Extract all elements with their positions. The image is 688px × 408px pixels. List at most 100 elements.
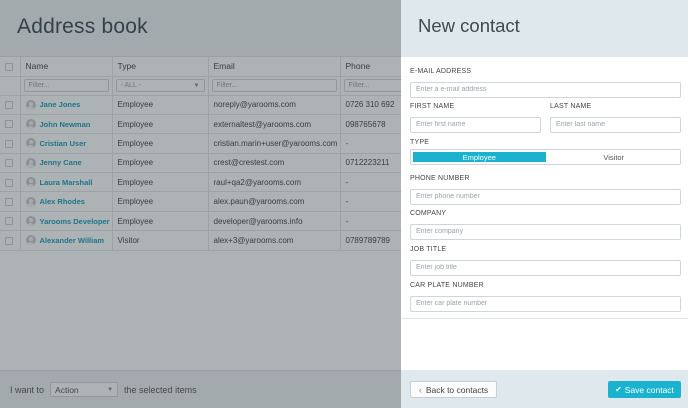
new-contact-header: New contact: [401, 0, 688, 57]
contact-name-link[interactable]: Laura Marshall: [40, 178, 93, 187]
bulk-action-value: Action: [55, 385, 79, 395]
row-checkbox[interactable]: [5, 101, 13, 110]
chevron-left-icon: ‹: [418, 384, 422, 395]
table-row[interactable]: Alexander William Visitor alex+3@yarooms.c…: [0, 230, 401, 251]
row-checkbox[interactable]: [5, 198, 13, 207]
contact-name-link[interactable]: Cristian User: [40, 139, 87, 148]
table-row[interactable]: Jane Jones Employee noreply@yarooms.com 072…: [0, 95, 401, 115]
type-label: TYPE: [410, 139, 430, 146]
column-header-email[interactable]: Email: [208, 57, 341, 77]
chevron-down-icon: ▼: [193, 83, 200, 89]
avatar: [25, 196, 36, 207]
chevron-down-icon: ▼: [107, 387, 114, 393]
row-checkbox[interactable]: [5, 236, 13, 245]
name-cell: Alex Rhodes: [20, 191, 113, 212]
bulk-action-bar: I want to Action ▼ the selected items: [0, 370, 401, 408]
filter-phone-input[interactable]: Filter...: [343, 79, 401, 92]
new-contact-footer: ‹ Back to contacts ✔ Save contact: [401, 370, 688, 408]
phone-label: PHONE NUMBER: [410, 175, 470, 182]
save-contact-button[interactable]: ✔ Save contact: [608, 381, 681, 398]
type-option-employee[interactable]: Employee: [413, 152, 546, 162]
first-name-group: FIRST NAME: [410, 103, 541, 133]
contact-name-link[interactable]: Alex Rhodes: [40, 197, 85, 206]
contact-email: crest@crestest.com: [208, 153, 341, 174]
last-name-label: LAST NAME: [550, 103, 592, 110]
table-row[interactable]: Jenny Cane Employee crest@crestest.com 0712…: [0, 153, 401, 174]
car-plate-field[interactable]: [410, 295, 681, 312]
contact-phone: -: [340, 211, 401, 232]
name-field-group: FIRST NAME LAST NAME: [410, 103, 681, 133]
filter-name-input[interactable]: Filter...: [23, 79, 109, 92]
address-book-view: Address book Name Type Email Phone Filte…: [0, 0, 401, 408]
company-field[interactable]: [410, 223, 681, 240]
type-option-visitor[interactable]: Visitor: [547, 150, 680, 164]
bulk-action-select[interactable]: Action ▼: [50, 382, 119, 397]
contact-name-link[interactable]: Alexander William: [40, 236, 105, 245]
contact-name-link[interactable]: John Newman: [40, 120, 91, 129]
contact-email: noreply@yarooms.com: [208, 95, 341, 115]
table-row[interactable]: John Newman Employee externaltest@yarooms.…: [0, 114, 401, 135]
name-cell: Alexander William: [20, 230, 113, 251]
row-checkbox-cell: [0, 114, 21, 135]
row-checkbox-cell: [0, 191, 21, 212]
filter-type-cell: - ALL - ▼: [112, 76, 209, 96]
table-row[interactable]: Alex Rhodes Employee alex.paun@yarooms.com…: [0, 191, 401, 212]
email-field[interactable]: [410, 81, 681, 98]
email-label: E-MAIL ADDRESS: [410, 68, 472, 75]
first-name-field[interactable]: [410, 116, 541, 133]
job-title-field[interactable]: [410, 259, 681, 276]
contact-name-link[interactable]: Jenny Cane: [40, 158, 82, 167]
name-cell: John Newman: [20, 114, 113, 135]
job-title-label: JOB TITLE: [410, 246, 447, 253]
table-row[interactable]: Yarooms Developer Employee developer@yaroo…: [0, 211, 401, 232]
company-label: COMPANY: [410, 210, 447, 217]
company-field-group: COMPANY: [410, 210, 681, 240]
row-checkbox[interactable]: [5, 120, 13, 129]
row-checkbox[interactable]: [5, 217, 13, 226]
row-checkbox[interactable]: [5, 139, 13, 148]
contact-email: developer@yarooms.info: [208, 211, 341, 232]
phone-field[interactable]: [410, 188, 681, 205]
new-contact-title: New contact: [418, 15, 520, 36]
avatar: [25, 99, 36, 110]
contact-name-link[interactable]: Yarooms Developer: [40, 217, 110, 226]
contact-type: Employee: [112, 172, 209, 193]
column-header-phone[interactable]: Phone: [340, 57, 401, 77]
contact-type: Employee: [112, 153, 209, 174]
filter-type-select[interactable]: - ALL - ▼: [115, 79, 205, 92]
address-book-title: Address book: [17, 15, 148, 38]
column-header-name[interactable]: Name: [20, 57, 113, 77]
table-row[interactable]: Cristian User Employee cristian.marin+user…: [0, 133, 401, 154]
filter-email-input[interactable]: Filter...: [211, 79, 337, 92]
address-book-header: Address book: [0, 0, 401, 57]
contact-name-link[interactable]: Jane Jones: [40, 100, 81, 109]
row-checkbox[interactable]: [5, 178, 13, 187]
contact-email: alex+3@yarooms.com: [208, 230, 341, 251]
filter-phone-cell: Filter...: [340, 76, 401, 96]
back-to-contacts-button[interactable]: ‹ Back to contacts: [410, 381, 497, 398]
select-all-cell: [0, 57, 21, 77]
form-divider: [401, 318, 688, 319]
contact-type: Employee: [112, 95, 209, 115]
email-field-group: E-MAIL ADDRESS: [410, 68, 681, 98]
phone-field-group: PHONE NUMBER: [410, 175, 681, 205]
row-checkbox-cell: [0, 95, 21, 115]
avatar: [25, 235, 36, 246]
contact-email: alex.paun@yarooms.com: [208, 191, 341, 212]
name-cell: Laura Marshall: [20, 172, 113, 193]
select-all-checkbox[interactable]: [5, 63, 13, 71]
type-toggle: Employee Visitor: [410, 149, 681, 165]
check-icon: ✔: [615, 385, 622, 394]
contact-type: Employee: [112, 211, 209, 232]
avatar: [25, 119, 36, 130]
table-row[interactable]: Laura Marshall Employee raul+qa2@yarooms.c…: [0, 172, 401, 193]
back-to-contacts-label: Back to contacts: [425, 384, 489, 395]
contact-phone: 098765678: [340, 114, 401, 135]
save-contact-label: Save contact: [624, 384, 674, 395]
contact-phone: -: [340, 191, 401, 212]
row-checkbox[interactable]: [5, 159, 13, 168]
avatar: [25, 138, 36, 149]
first-name-label: FIRST NAME: [410, 103, 455, 110]
last-name-field[interactable]: [550, 116, 681, 133]
column-header-type[interactable]: Type: [112, 57, 209, 77]
